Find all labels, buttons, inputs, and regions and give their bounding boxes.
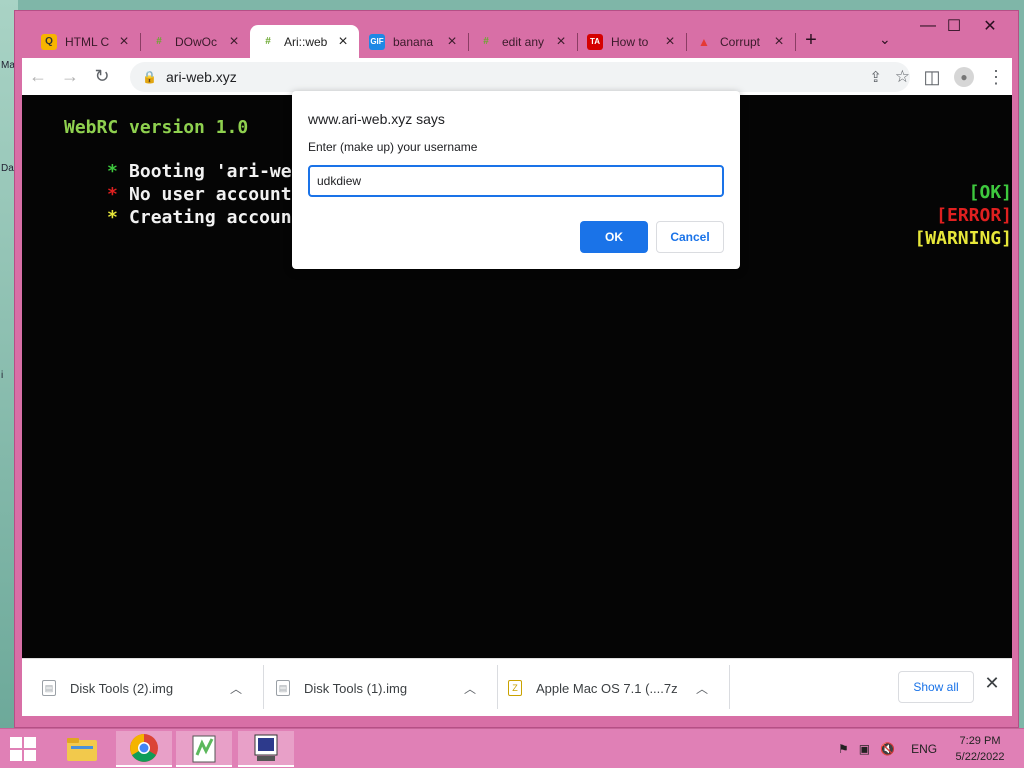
file-explorer-icon[interactable]: [54, 731, 110, 767]
url-text: ari-web.xyz: [166, 69, 237, 85]
bookmark-star-icon[interactable]: ☆: [895, 67, 910, 87]
desktop-icon-label[interactable]: i: [1, 370, 3, 381]
clock-date: 5/22/2022: [955, 751, 1005, 763]
desktop-icon-label[interactable]: Da: [1, 163, 14, 174]
tab-strip: Q HTML C × # DOwOc × # Ari::web × GIF ba…: [15, 11, 1018, 58]
side-panel-icon[interactable]: ◫: [916, 61, 948, 93]
tab-html-c[interactable]: Q HTML C ×: [31, 25, 141, 58]
close-window-button[interactable]: ✕: [967, 11, 1013, 41]
chrome-icon[interactable]: [116, 731, 172, 767]
lock-icon[interactable]: 🔒: [142, 70, 157, 84]
tab-corrupt[interactable]: ▲ Corrupt ×: [686, 25, 796, 58]
cancel-button[interactable]: Cancel: [656, 221, 724, 253]
close-tab-icon[interactable]: ×: [335, 33, 351, 50]
download-filename: Disk Tools (1).img: [304, 680, 408, 696]
system-tray: ⚑ ▣ 🔇 ENG: [838, 729, 937, 768]
tab-title: How to: [611, 34, 649, 49]
tinkercad-icon: TA: [587, 33, 603, 50]
taskbar: ⚑ ▣ 🔇 ENG 7:29 PM 5/22/2022: [0, 728, 1024, 768]
volume-muted-icon[interactable]: 🔇: [880, 742, 895, 756]
prompt-dialog: www.ari-web.xyz says Enter (make up) you…: [292, 91, 740, 269]
gif-icon: GIF: [369, 33, 385, 50]
line-text: Creating account: [129, 207, 303, 228]
show-all-button[interactable]: Show all: [898, 671, 974, 703]
tab-separator: [795, 33, 796, 51]
desktop-icon-label[interactable]: Ma: [1, 60, 15, 71]
chevron-down-icon[interactable]: ⌄: [879, 31, 891, 48]
download-item[interactable]: ▤ Disk Tools (2).img ︿: [42, 659, 264, 717]
status-warning: [WARNING]: [914, 228, 1012, 249]
menu-kebab-icon[interactable]: ⋮: [980, 61, 1012, 93]
clock[interactable]: 7:29 PM 5/22/2022: [950, 733, 1010, 765]
tab-ari-web[interactable]: # Ari::web ×: [250, 25, 359, 58]
terminal-header: WebRC version 1.0: [64, 117, 249, 138]
browser-toolbar: ← → ↻ 🔒 ari-web.xyz ⇪ ☆ ◫ ● ⋮: [22, 58, 1012, 95]
file-icon: ▤: [42, 680, 56, 696]
virtual-machine-icon[interactable]: [238, 731, 294, 767]
chevron-up-icon[interactable]: ︿: [230, 680, 242, 697]
flag-alert-icon[interactable]: ⚑: [838, 742, 849, 756]
new-tab-button[interactable]: +: [799, 29, 823, 52]
reload-button[interactable]: ↻: [86, 61, 118, 93]
close-tab-icon[interactable]: ×: [226, 33, 242, 50]
replit-icon: #: [483, 36, 489, 47]
username-input[interactable]: [308, 165, 724, 197]
close-tab-icon[interactable]: ×: [444, 33, 460, 50]
divider: [263, 665, 264, 709]
download-item[interactable]: Z Apple Mac OS 7.1 (....7z ︿: [508, 659, 730, 717]
tab-title: Ari::web: [284, 34, 328, 49]
profile-avatar[interactable]: ●: [954, 67, 974, 87]
share-icon[interactable]: ⇪: [869, 68, 882, 86]
replit-icon: #: [265, 36, 271, 47]
tab-dowoc[interactable]: # DOwOc ×: [141, 25, 250, 58]
tab-title: banana: [393, 34, 434, 49]
close-tab-icon[interactable]: ×: [662, 33, 678, 50]
dialog-origin: www.ari-web.xyz says: [308, 111, 445, 127]
qr-icon: Q: [41, 33, 57, 50]
tab-title: Corrupt: [720, 34, 761, 49]
archive-icon: Z: [508, 680, 522, 696]
tab-title: DOwOc: [175, 34, 217, 49]
divider: [729, 665, 730, 709]
address-bar[interactable]: 🔒 ari-web.xyz ⇪ ☆: [130, 62, 910, 92]
windows-start-icon[interactable]: [8, 735, 38, 763]
network-icon[interactable]: ▣: [859, 742, 870, 756]
chevron-up-icon[interactable]: ︿: [464, 680, 476, 697]
download-item[interactable]: ▤ Disk Tools (1).img ︿: [276, 659, 498, 717]
toolbar-right: ◫ ● ⋮: [916, 61, 1012, 93]
tab-how-to[interactable]: TA How to ×: [577, 25, 687, 58]
file-icon: ▤: [276, 680, 290, 696]
language-indicator[interactable]: ENG: [911, 742, 937, 756]
ok-button[interactable]: OK: [580, 221, 648, 253]
chevron-up-icon[interactable]: ︿: [696, 680, 708, 697]
close-tab-icon[interactable]: ×: [771, 33, 787, 50]
tab-banana[interactable]: GIF banana ×: [359, 25, 469, 58]
divider: [497, 665, 498, 709]
tab-title: edit any: [502, 34, 545, 49]
notepad-plus-icon[interactable]: [176, 731, 232, 767]
bullet: *: [107, 207, 118, 228]
forward-button[interactable]: →: [54, 61, 86, 93]
back-button[interactable]: ←: [22, 61, 54, 93]
close-tab-icon[interactable]: ×: [116, 33, 132, 50]
tab-edit-any[interactable]: # edit any ×: [468, 25, 578, 58]
tree-icon: ▲: [698, 34, 710, 49]
tab-title: HTML C: [65, 34, 110, 49]
close-shelf-icon[interactable]: ✕: [982, 673, 1002, 694]
replit-icon: #: [156, 36, 162, 47]
download-shelf: ▤ Disk Tools (2).img ︿ ▤ Disk Tools (1).…: [22, 658, 1012, 716]
dialog-message: Enter (make up) your username: [308, 140, 478, 154]
download-filename: Disk Tools (2).img: [70, 680, 174, 696]
close-tab-icon[interactable]: ×: [553, 33, 569, 50]
clock-time: 7:29 PM: [959, 735, 1001, 747]
download-filename: Apple Mac OS 7.1 (....7z: [536, 680, 678, 696]
